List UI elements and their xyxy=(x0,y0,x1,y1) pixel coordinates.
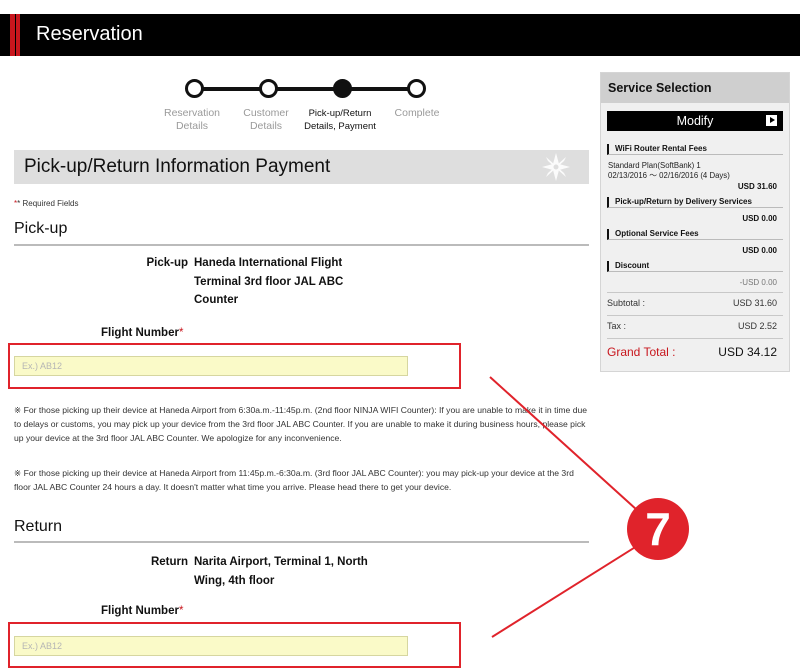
delivery-fees-heading: Pick-up/Return by Delivery Services xyxy=(607,197,783,208)
required-fields-note: ** Required Fields xyxy=(14,199,79,208)
progress-stepper: Reservation Details Customer Details Pick-… xyxy=(158,76,458,136)
step-3-circle xyxy=(333,79,352,98)
return-divider xyxy=(14,541,589,543)
discount-amount: -USD 0.00 xyxy=(739,278,777,287)
wifi-plan: Standard Plan(SoftBank) 1 xyxy=(608,161,701,170)
step-2-label: Customer Details xyxy=(243,107,289,132)
arrow-right-icon xyxy=(766,115,777,126)
step-4-circle xyxy=(407,79,426,98)
return-location-value: Narita Airport, Terminal 1, North Wing, … xyxy=(194,556,368,587)
section-title: Pick-up/Return Information Payment xyxy=(24,156,331,177)
subtotal-row: Subtotal : USD 31.60 xyxy=(607,298,777,308)
wifi-amount: USD 31.60 xyxy=(737,182,777,191)
sidebar-divider xyxy=(607,338,783,339)
sidebar-divider xyxy=(607,315,783,316)
modify-label: Modify xyxy=(676,114,714,128)
service-selection-panel: Service Selection Modify WiFi Router Ren… xyxy=(600,72,790,372)
sidebar-divider xyxy=(607,292,783,293)
header-accent-bar-2 xyxy=(16,14,20,56)
modify-button[interactable]: Modify xyxy=(607,111,783,131)
pickup-note-1: ※ For those picking up their device at H… xyxy=(14,405,588,443)
return-flight-label: Flight Number* xyxy=(101,605,184,617)
grand-total-row: Grand Total : USD 34.12 xyxy=(607,345,777,359)
header-accent-bar xyxy=(10,14,15,56)
annotation-marker: 7 xyxy=(627,498,689,560)
return-location-label: Return xyxy=(150,556,188,568)
service-selection-header: Service Selection xyxy=(601,73,789,103)
shuriken-icon xyxy=(542,153,570,181)
pickup-flight-number-input[interactable] xyxy=(14,356,408,376)
pickup-divider xyxy=(14,244,589,246)
pickup-note-2: ※ For those picking up their device at H… xyxy=(14,468,574,492)
step-3-label: Pick-up/Return Details, Payment xyxy=(304,108,376,132)
page-title: Reservation xyxy=(36,23,143,45)
wifi-dates: 02/13/2016 ～ 02/16/2016 (4 Days) xyxy=(608,171,730,180)
discount-heading: Discount xyxy=(607,261,783,272)
pickup-flight-label: Flight Number* xyxy=(101,327,184,339)
return-flight-number-input[interactable] xyxy=(14,636,408,656)
step-1-label: Reservation Details xyxy=(163,107,221,132)
wifi-fees-heading: WiFi Router Rental Fees xyxy=(607,144,783,155)
step-2-circle xyxy=(259,79,278,98)
optional-fees-heading: Optional Service Fees xyxy=(607,229,783,240)
page-header: Reservation xyxy=(0,14,800,56)
stepper-line xyxy=(192,87,417,91)
section-title-bar: Pick-up/Return Information Payment xyxy=(14,150,589,184)
optional-amount: USD 0.00 xyxy=(742,246,777,255)
step-4-label: Complete xyxy=(394,107,440,119)
pickup-location-value: Haneda International Flight Terminal 3rd… xyxy=(194,257,344,306)
delivery-amount: USD 0.00 xyxy=(742,214,777,223)
return-heading: Return xyxy=(14,518,63,535)
service-selection-title: Service Selection xyxy=(608,81,712,95)
step-1-circle xyxy=(185,79,204,98)
pickup-location-label: Pick-up xyxy=(146,257,188,269)
pickup-heading: Pick-up xyxy=(14,220,68,237)
tax-row: Tax : USD 2.52 xyxy=(607,321,777,331)
